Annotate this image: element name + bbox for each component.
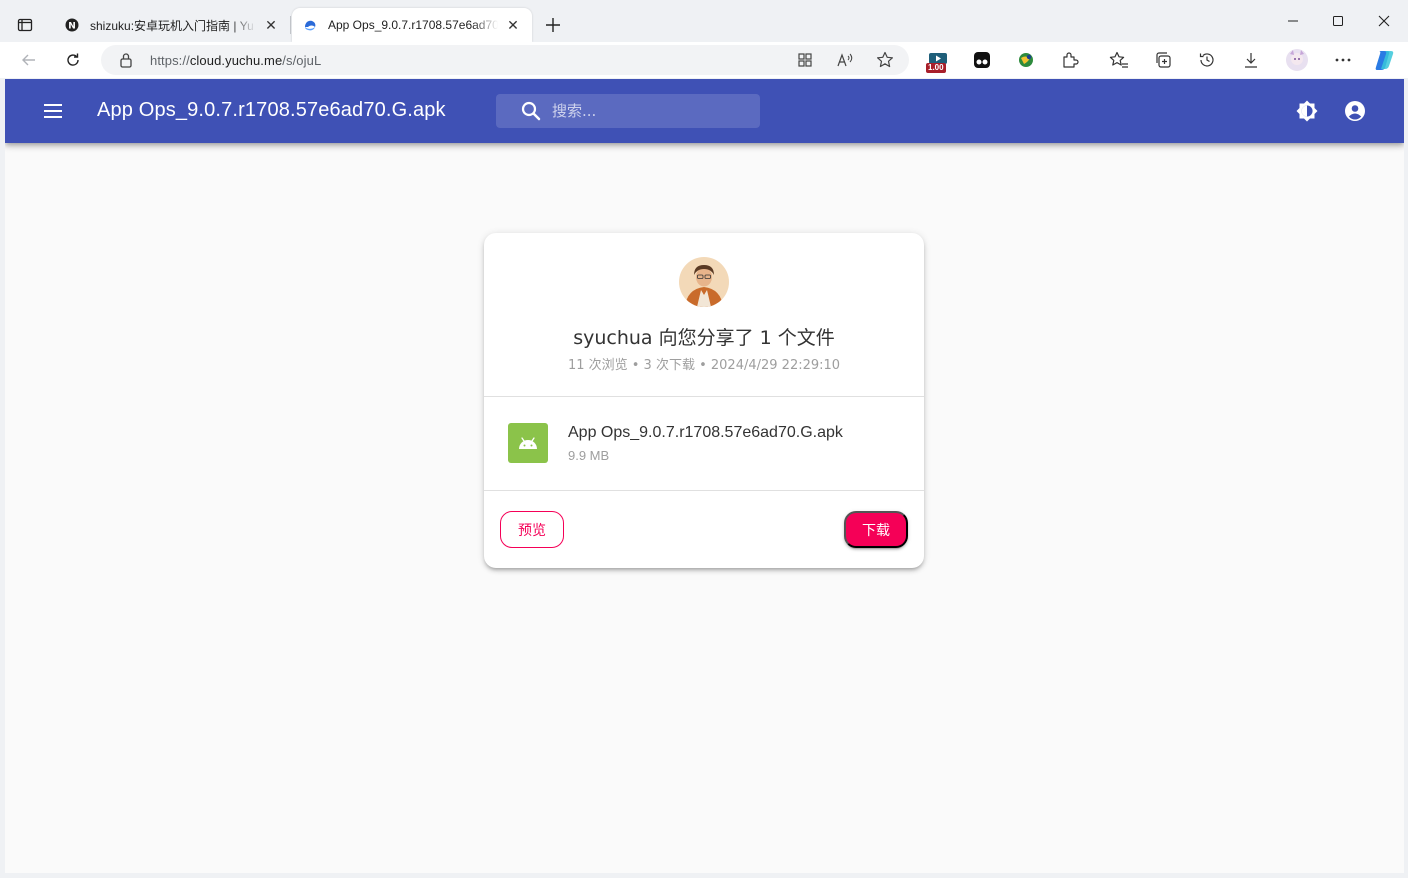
window-border <box>1404 79 1408 878</box>
minimize-button[interactable] <box>1270 6 1316 36</box>
plus-icon <box>546 18 560 32</box>
search-box[interactable] <box>496 94 760 128</box>
url-text: https://cloud.yuchu.me/s/ojuL <box>150 53 321 68</box>
new-tab-button[interactable] <box>541 13 565 37</box>
menu-button[interactable] <box>37 95 69 127</box>
app-available-icon[interactable] <box>795 50 815 70</box>
tab-actions-icon <box>17 18 33 32</box>
tab-title: shizuku:安卓玩机入门指南 | Yu chu <box>90 18 256 33</box>
maximize-icon <box>1333 16 1343 26</box>
divider <box>484 490 924 491</box>
extensions-puzzle-icon[interactable] <box>1057 47 1083 73</box>
tab-close-button[interactable]: ✕ <box>262 16 280 34</box>
maximize-button[interactable] <box>1315 6 1361 36</box>
copilot-icon[interactable] <box>1371 47 1397 73</box>
back-arrow-icon <box>22 54 35 66</box>
theme-toggle-button[interactable] <box>1291 95 1323 127</box>
file-name: App Ops_9.0.7.r1708.57e6ad70.G.apk <box>568 424 843 441</box>
file-size: 9.9 MB <box>568 448 610 463</box>
app-bar: App Ops_9.0.7.r1708.57e6ad70.G.apk <box>5 79 1404 143</box>
file-list-item[interactable]: App Ops_9.0.7.r1708.57e6ad70.G.apk 9.9 M… <box>484 397 924 490</box>
address-bar[interactable]: https://cloud.yuchu.me/s/ojuL <box>101 45 909 75</box>
brightness-icon <box>1296 100 1318 122</box>
tab-close-button[interactable]: ✕ <box>504 16 522 34</box>
more-options-icon[interactable] <box>1330 47 1356 73</box>
share-meta: 11 次浏览 • 3 次下载 • 2024/4/29 22:29:10 <box>567 358 841 373</box>
share-title: syuchua 向您分享了 1 个文件 <box>573 327 835 349</box>
notion-n-icon: N <box>64 17 80 33</box>
search-input[interactable] <box>552 100 742 122</box>
back-button[interactable] <box>15 46 43 74</box>
profile-avatar-icon[interactable] <box>1284 47 1310 73</box>
tab-shizuku[interactable]: N shizuku:安卓玩机入门指南 | Yu chu ✕ <box>54 8 290 42</box>
tab-actions-menu-button[interactable] <box>12 12 38 38</box>
collections-icon[interactable] <box>1150 47 1176 73</box>
avatar <box>679 257 729 307</box>
preview-button[interactable]: 预览 <box>500 511 564 548</box>
svg-text:N: N <box>68 22 76 32</box>
tab-title: App Ops_9.0.7.r1708.57e6ad70.G.apk <box>328 18 498 32</box>
android-icon <box>508 423 548 463</box>
browser-toolbar: https://cloud.yuchu.me/s/ojuL 1.00 <box>0 42 1408 78</box>
url-path: /s/ojuL <box>282 53 322 68</box>
search-icon <box>520 100 542 127</box>
close-window-button[interactable] <box>1361 6 1407 36</box>
hamburger-menu-icon <box>44 104 62 118</box>
close-icon <box>1378 15 1390 27</box>
minimize-icon <box>1288 20 1298 22</box>
tab-separator <box>290 16 291 34</box>
tampermonkey-extension-icon[interactable] <box>969 47 995 73</box>
downloads-icon[interactable] <box>1238 47 1264 73</box>
history-icon[interactable] <box>1194 47 1220 73</box>
account-circle-icon <box>1345 101 1365 121</box>
lock-icon <box>119 52 133 73</box>
share-card: syuchua 向您分享了 1 个文件 11 次浏览 • 3 次下载 • 202… <box>484 233 924 568</box>
page-viewport: App Ops_9.0.7.r1708.57e6ad70.G.apk 搜索...… <box>5 79 1404 873</box>
read-aloud-icon[interactable] <box>835 50 855 70</box>
cloudreve-icon <box>302 17 318 33</box>
download-button[interactable]: 下载 <box>844 511 908 548</box>
account-button[interactable] <box>1339 95 1371 127</box>
globe-extension-icon[interactable] <box>1013 47 1039 73</box>
favorite-star-icon[interactable] <box>875 50 895 70</box>
window-border <box>0 873 1408 878</box>
extension-badge: 1.00 <box>926 63 946 73</box>
tab-app-ops[interactable]: App Ops_9.0.7.r1708.57e6ad70.G.apk ✕ <box>292 8 532 42</box>
url-scheme: https:// <box>150 53 190 68</box>
refresh-button[interactable] <box>59 46 87 74</box>
url-host: cloud.yuchu.me <box>189 53 283 68</box>
browser-tab-strip: N shizuku:安卓玩机入门指南 | Yu chu ✕ App Ops_9.… <box>0 0 1408 42</box>
favorites-icon[interactable] <box>1106 47 1132 73</box>
refresh-icon <box>67 53 79 66</box>
page-title: App Ops_9.0.7.r1708.57e6ad70.G.apk <box>97 99 446 121</box>
